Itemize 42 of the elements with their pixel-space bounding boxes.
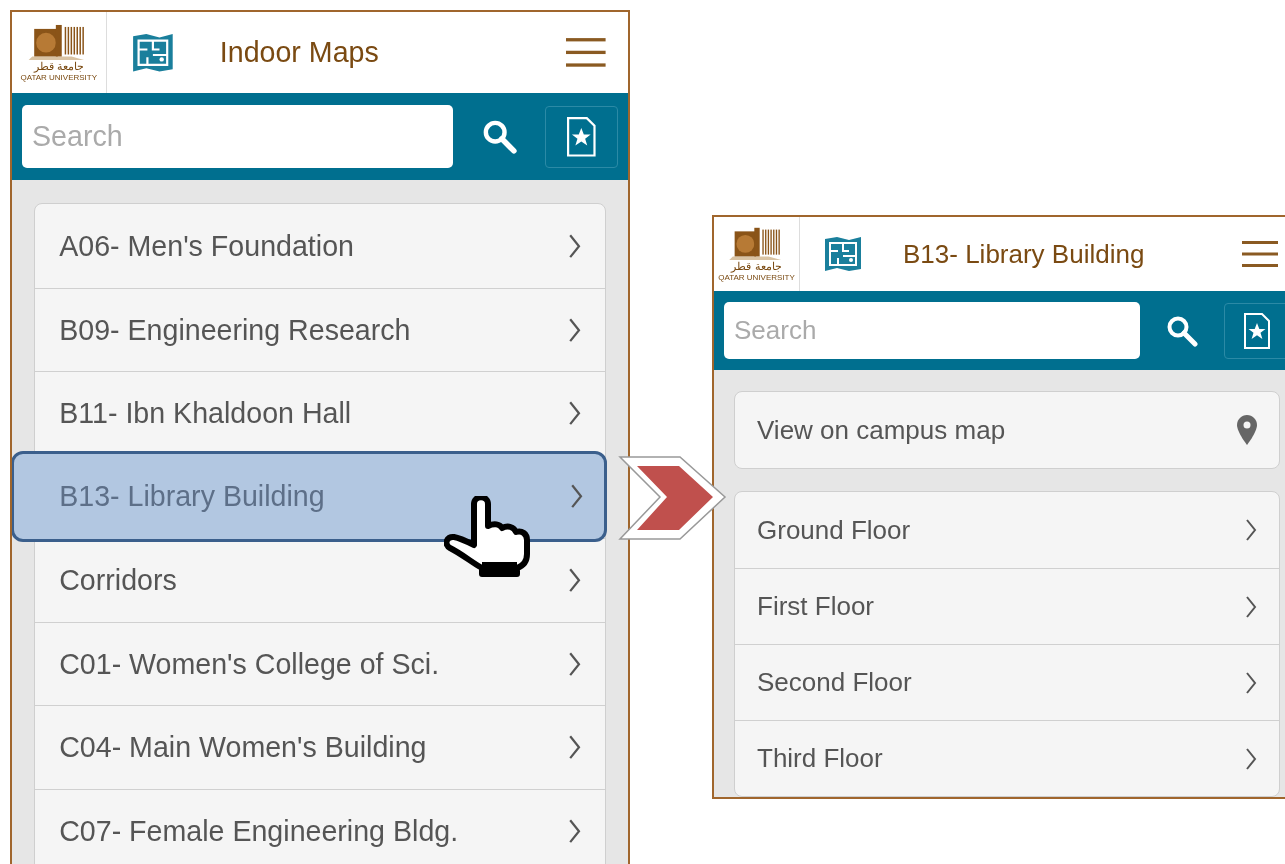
search-field[interactable]: Search <box>22 105 454 169</box>
chevron-right-icon <box>567 232 581 260</box>
starred-document-icon <box>1244 312 1270 349</box>
search-field[interactable]: Search <box>724 302 1140 359</box>
list-item[interactable]: Second Floor <box>735 644 1279 720</box>
list-item[interactable]: A06- Men's Foundation <box>35 204 605 288</box>
search-icon <box>481 119 517 155</box>
map-pin-icon <box>1237 415 1257 445</box>
list-item[interactable]: C04- Main Women's Building <box>35 705 605 789</box>
list-item[interactable]: C07- Female Engineering Bldg. <box>35 788 605 864</box>
chevron-right-icon <box>567 817 581 845</box>
floor-plan-map-icon <box>132 32 175 73</box>
starred-document-icon <box>567 117 596 157</box>
chevron-right-icon <box>569 483 583 510</box>
chevron-right-icon <box>567 567 581 594</box>
chevron-right-icon <box>567 650 581 678</box>
chevron-right-icon <box>567 400 581 427</box>
chevron-right-icon <box>567 734 581 761</box>
list-item[interactable]: First Floor <box>735 568 1279 644</box>
chevron-right-icon <box>567 316 581 344</box>
logo-english-text: QATAR UNIVERSITY <box>718 272 795 283</box>
campus-map-link[interactable]: View on campus map <box>735 392 1279 468</box>
logo-arabic-text: جامعة قطر <box>33 60 84 74</box>
bookmarks-button[interactable] <box>545 106 618 168</box>
chevron-right-icon <box>1245 594 1257 619</box>
bookmarks-button[interactable] <box>1224 302 1285 359</box>
logo-arabic-text: جامعة قطر <box>731 259 782 273</box>
menu-icon[interactable] <box>1242 240 1278 268</box>
chevron-right-icon <box>1245 746 1257 771</box>
list-item[interactable]: Ground Floor <box>735 492 1279 568</box>
logo-english-text: QATAR UNIVERSITY <box>20 73 98 83</box>
page-title: Indoor Maps <box>218 35 380 71</box>
list-item[interactable]: Third Floor <box>735 720 1279 796</box>
menu-icon[interactable] <box>566 37 606 69</box>
chevron-right-icon <box>1245 518 1257 542</box>
chevron-right-icon <box>1245 670 1257 695</box>
list-item[interactable]: C01- Women's College of Sci. <box>35 621 605 706</box>
list-item[interactable]: B09- Engineering Research <box>35 287 605 372</box>
page-title: B13- Library Building <box>902 237 1146 271</box>
search-icon <box>1166 314 1198 347</box>
pointing-hand-icon <box>444 496 530 580</box>
floor-plan-map-icon <box>823 236 862 272</box>
